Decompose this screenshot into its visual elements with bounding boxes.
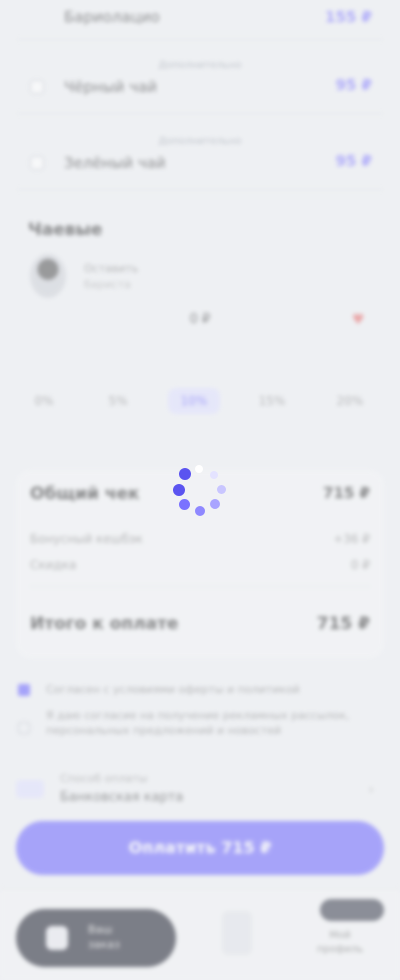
tip-option[interactable]: 5% bbox=[92, 388, 144, 414]
cart-tab-label-line1: Ваш bbox=[88, 923, 113, 936]
summary-row-label: Бонусный кешбэк bbox=[30, 532, 143, 546]
cart-tab[interactable]: Ваш заказ bbox=[16, 909, 176, 967]
payment-method-label: Способ оплаты bbox=[60, 772, 148, 785]
summary-row-label: Скидка bbox=[30, 558, 77, 572]
payment-method-selector[interactable]: Способ оплаты Банковская карта › bbox=[16, 770, 384, 810]
agreement-marketing[interactable]: Я даю согласие на получение рекламных ра… bbox=[16, 708, 384, 756]
order-item-name: Бариолацио bbox=[64, 8, 160, 26]
total-label: Итого к оплате bbox=[30, 614, 179, 634]
pay-button[interactable]: Оплатить 715 ₽ bbox=[16, 821, 384, 875]
agreement-text: Согласен с условиями оферты и политикой bbox=[46, 683, 300, 696]
order-item-price: 155 ₽ bbox=[325, 8, 372, 26]
profile-tab[interactable]: Мой профиль bbox=[312, 929, 368, 957]
order-item-name: Чёрный чай bbox=[64, 78, 158, 96]
spinner-dot bbox=[195, 465, 203, 473]
tips-subtitle-secondary: бариста bbox=[84, 278, 131, 291]
tips-subtitle: Оставить bbox=[84, 262, 139, 275]
payment-method-value: Банковская карта bbox=[60, 790, 184, 805]
order-item-row[interactable]: Чёрный чай 95 ₽ bbox=[16, 72, 384, 114]
order-item-price: 95 ₽ bbox=[335, 76, 372, 94]
heart-icon: ♥ bbox=[352, 312, 365, 328]
chevron-right-icon: › bbox=[368, 782, 374, 798]
summary-row-value: 0 ₽ bbox=[350, 558, 370, 572]
profile-tab-label-line2: профиль bbox=[316, 944, 364, 955]
spinner-dot bbox=[173, 484, 185, 496]
checkbox[interactable] bbox=[18, 722, 30, 734]
row-hint: Дополнительно bbox=[158, 136, 242, 147]
total-value: 715 ₽ bbox=[316, 614, 370, 634]
summary-title-value: 715 ₽ bbox=[323, 484, 370, 502]
tip-option[interactable]: 0% bbox=[18, 388, 70, 414]
loading-spinner-icon bbox=[170, 460, 230, 520]
profile-badge bbox=[320, 899, 384, 921]
checkbox[interactable] bbox=[18, 684, 30, 696]
barista-avatar bbox=[30, 254, 66, 298]
tip-option[interactable]: 20% bbox=[324, 388, 376, 414]
spinner-dot bbox=[210, 499, 220, 509]
tips-title: Чаевые bbox=[28, 220, 103, 240]
tips-amount: 0 ₽ bbox=[189, 312, 211, 327]
row-hint: Дополнительно bbox=[158, 60, 242, 71]
add-checkbox[interactable] bbox=[30, 80, 44, 94]
cart-tab-label-line2: заказ bbox=[88, 938, 120, 951]
order-item-name: Зелёный чай bbox=[64, 154, 166, 172]
summary-divider bbox=[30, 586, 370, 587]
profile-tab-label-line1: Мой bbox=[329, 930, 351, 941]
spinner-dot bbox=[195, 506, 205, 516]
tip-option-selected[interactable]: 10% bbox=[168, 388, 220, 414]
order-item-row[interactable]: Бариолацио 155 ₽ bbox=[16, 0, 384, 40]
order-item-row[interactable]: Зелёный чай 95 ₽ bbox=[16, 148, 384, 190]
card-icon bbox=[16, 780, 44, 798]
tip-option[interactable]: 15% bbox=[246, 388, 298, 414]
spinner-dot bbox=[179, 468, 191, 480]
add-checkbox[interactable] bbox=[30, 156, 44, 170]
order-item-price: 95 ₽ bbox=[335, 152, 372, 170]
summary-row-value: +36 ₽ bbox=[333, 532, 370, 546]
cart-tab-label: Ваш заказ bbox=[88, 922, 120, 952]
spinner-dot bbox=[217, 485, 226, 494]
summary-title: Общий чек bbox=[30, 484, 140, 504]
agreement-text: Я даю согласие на получение рекламных ра… bbox=[46, 709, 350, 737]
menu-tab[interactable] bbox=[222, 911, 252, 955]
spinner-dot bbox=[179, 499, 190, 510]
agreement-offer[interactable]: Согласен с условиями оферты и политикой bbox=[16, 682, 384, 700]
bottom-tab-bar: Ваш заказ Мой профиль bbox=[0, 888, 400, 980]
bag-icon bbox=[46, 926, 68, 950]
spinner-dot bbox=[210, 471, 218, 479]
